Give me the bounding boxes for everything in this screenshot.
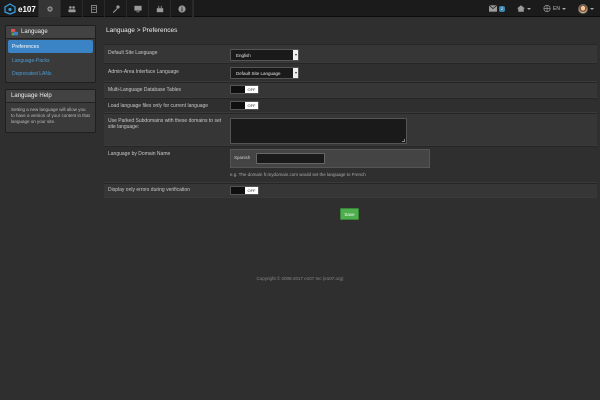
mail-menu[interactable]: 2 bbox=[483, 0, 511, 17]
language-menu-panel: Language Preferences Language-Packs Depr… bbox=[5, 25, 96, 83]
sidebar-item-label: Preferences bbox=[12, 43, 39, 50]
mail-icon bbox=[488, 5, 497, 12]
nav-plugin-icon[interactable] bbox=[148, 0, 170, 17]
top-navbar: e107 2 EN bbox=[0, 0, 600, 17]
brand-name: e107 bbox=[18, 4, 36, 14]
help-title: Language Help bbox=[11, 93, 52, 99]
row-multi-db: Multi-Language Database Tables OFF bbox=[104, 82, 597, 98]
sidebar-item-label: Deprecated LANs bbox=[12, 70, 52, 77]
chevron-down-icon bbox=[527, 7, 532, 10]
e107-logo-icon bbox=[4, 3, 16, 15]
brand-logo[interactable]: e107 bbox=[4, 3, 36, 15]
sidebar-item-language-packs[interactable]: Language-Packs bbox=[6, 54, 95, 67]
toggle-off-label: OFF bbox=[245, 102, 258, 109]
chevron-down-icon bbox=[590, 7, 594, 10]
multi-db-label: Multi-Language Database Tables bbox=[108, 87, 182, 93]
load-files-toggle[interactable]: OFF bbox=[230, 101, 259, 110]
errors-label: Display only errors during verification bbox=[108, 187, 190, 193]
subdomains-label: Use Parked Subdomains with these domains… bbox=[108, 118, 222, 130]
sidebar-item-deprecated-lans[interactable]: Deprecated LANs bbox=[6, 67, 95, 80]
chevron-down-icon bbox=[562, 7, 566, 10]
domain-hint: e.g. The domain fr.mydomain.com would se… bbox=[230, 172, 366, 177]
multi-db-toggle[interactable]: OFF bbox=[230, 85, 259, 94]
subdomains-textarea[interactable] bbox=[230, 118, 407, 144]
panel-title: Language bbox=[21, 29, 48, 35]
save-button[interactable]: Save bbox=[340, 208, 359, 220]
panel-header: Language bbox=[6, 26, 95, 39]
help-panel: Language Help Setting a new language wil… bbox=[5, 89, 96, 133]
default-language-select[interactable]: English bbox=[230, 49, 299, 61]
nav-monitor-icon[interactable] bbox=[126, 0, 148, 17]
user-menu[interactable] bbox=[572, 0, 600, 17]
domain-language-name: Spanish bbox=[234, 155, 251, 160]
load-files-label: Load language files only for current lan… bbox=[108, 103, 209, 109]
home-menu[interactable] bbox=[511, 0, 537, 17]
home-icon bbox=[517, 5, 526, 12]
toggle-off-label: OFF bbox=[245, 187, 258, 194]
domain-label: Language by Domain Name bbox=[108, 151, 171, 157]
nav-info-icon[interactable] bbox=[170, 0, 192, 17]
mail-count-badge: 2 bbox=[498, 5, 506, 12]
toggle-off-label: OFF bbox=[245, 86, 258, 93]
nav-tools-icon[interactable] bbox=[104, 0, 126, 17]
chevron-down-icon bbox=[293, 68, 298, 78]
page-title: Language > Preferences bbox=[106, 27, 178, 34]
chevron-down-icon bbox=[293, 50, 298, 60]
globe-icon bbox=[543, 5, 551, 12]
nav-users-icon[interactable] bbox=[60, 0, 82, 17]
avatar bbox=[578, 3, 588, 14]
row-admin-language: Admin-Area Interface Language Default Si… bbox=[104, 63, 597, 82]
row-subdomains: Use Parked Subdomains with these domains… bbox=[104, 113, 597, 146]
footer-copyright: Copyright © 2008-2017 e107 Inc (e107.org… bbox=[256, 276, 344, 281]
row-load-files: Load language files only for current lan… bbox=[104, 98, 597, 113]
nav-divider bbox=[192, 0, 194, 17]
language-code: EN bbox=[553, 5, 560, 12]
help-panel-header: Language Help bbox=[6, 90, 95, 103]
select-value: Default Site Language bbox=[236, 70, 281, 76]
select-value: English bbox=[236, 52, 251, 58]
spanish-domain-input[interactable] bbox=[256, 153, 325, 164]
row-default-language: Default Site Language English bbox=[104, 44, 597, 63]
sidebar-item-label: Language-Packs bbox=[12, 57, 50, 64]
help-text: Setting a new language will allow you to… bbox=[11, 107, 90, 124]
sidebar-item-preferences[interactable]: Preferences bbox=[8, 40, 93, 53]
nav-content-icon[interactable] bbox=[82, 0, 104, 17]
admin-language-select[interactable]: Default Site Language bbox=[230, 67, 299, 79]
nav-settings-icon[interactable] bbox=[38, 0, 60, 17]
row-errors: Display only errors during verification … bbox=[104, 183, 597, 198]
errors-toggle[interactable]: OFF bbox=[230, 186, 259, 195]
language-menu[interactable]: EN bbox=[537, 0, 572, 17]
admin-language-label: Admin-Area Interface Language bbox=[108, 69, 179, 75]
language-flags-icon bbox=[11, 28, 18, 35]
domain-table: Spanish bbox=[230, 149, 430, 168]
row-domain: Language by Domain Name Spanish e.g. The… bbox=[104, 146, 597, 183]
default-language-label: Default Site Language bbox=[108, 50, 158, 56]
resize-handle-icon[interactable] bbox=[402, 139, 405, 142]
